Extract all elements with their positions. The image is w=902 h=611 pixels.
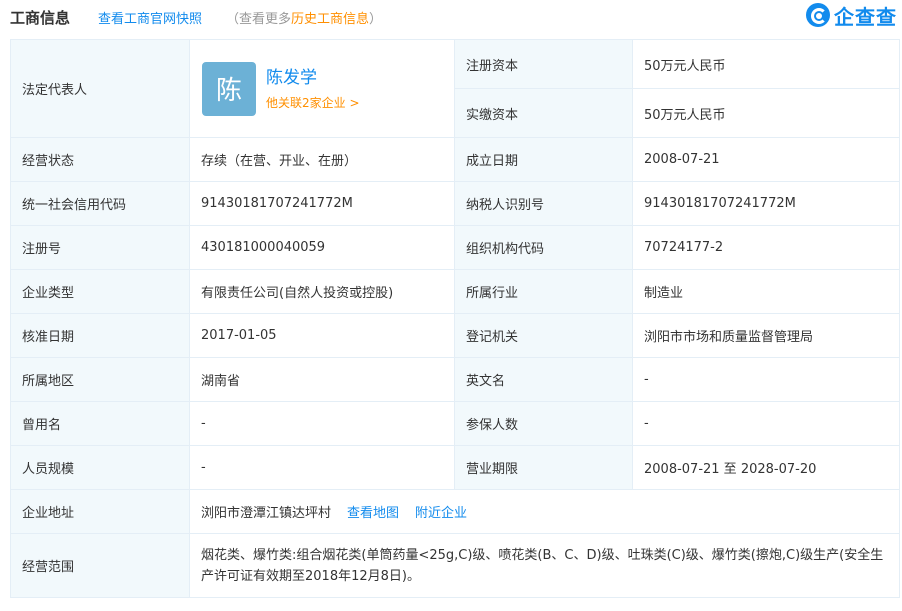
logo-text: 企查查 — [834, 4, 897, 29]
org-code-label: 组织机构代码 — [454, 225, 633, 270]
legal-rep-name-link[interactable]: 陈发学 — [266, 67, 360, 89]
history-business-info-link[interactable]: 历史工商信息 — [291, 12, 369, 27]
industry-label: 所属行业 — [454, 269, 633, 314]
address-label: 企业地址 — [10, 489, 190, 534]
approval-date-value: 2017-01-05 — [189, 313, 455, 358]
staff-size-label: 人员规模 — [10, 445, 190, 490]
address-cell: 浏阳市澄潭江镇达坪村 查看地图 附近企业 — [189, 489, 900, 534]
reg-number-label: 注册号 — [10, 225, 190, 270]
section-header: 工商信息 查看工商官网快照 （查看更多历史工商信息） — [10, 0, 902, 34]
registered-capital-value: 50万元人民币 — [632, 39, 900, 89]
insured-value: - — [632, 401, 900, 446]
business-info-table: 法定代表人 陈 陈发学 他关联2家企业 > 注册资本 50万元人民币 实缴资本 … — [10, 39, 900, 598]
taxpayer-id-label: 纳税人识别号 — [454, 181, 633, 226]
business-term-value: 2008-07-21 至 2028-07-20 — [632, 445, 900, 490]
reg-number-value: 430181000040059 — [189, 225, 455, 270]
english-name-value: - — [632, 357, 900, 402]
paid-capital-label: 实缴资本 — [454, 88, 633, 138]
qichacha-logo[interactable]: 企查查 — [806, 2, 897, 29]
staff-size-value: - — [189, 445, 455, 490]
established-label: 成立日期 — [454, 137, 633, 182]
scope-label: 经营范围 — [10, 533, 190, 598]
authority-value: 浏阳市市场和质量监督管理局 — [632, 313, 900, 358]
related-companies-link[interactable]: 他关联2家企业 > — [266, 94, 360, 111]
address-value: 浏阳市澄潭江镇达坪村 — [201, 506, 332, 521]
avatar: 陈 — [202, 61, 256, 116]
scope-value: 烟花类、爆竹类:组合烟花类(单筒药量<25g,C)级、喷花类(B、C、D)级、吐… — [201, 547, 884, 584]
insured-label: 参保人数 — [454, 401, 633, 446]
scope-cell: 烟花类、爆竹类:组合烟花类(单筒药量<25g,C)级、喷花类(B、C、D)级、吐… — [189, 533, 900, 598]
legal-rep-cell: 陈 陈发学 他关联2家企业 > — [189, 39, 455, 138]
approval-date-label: 核准日期 — [10, 313, 190, 358]
qichacha-logo-icon — [806, 3, 830, 27]
nearby-companies-link[interactable]: 附近企业 — [415, 506, 467, 521]
credit-code-label: 统一社会信用代码 — [10, 181, 190, 226]
view-map-link[interactable]: 查看地图 — [347, 506, 399, 521]
history-hint: （查看更多历史工商信息） — [226, 8, 382, 27]
official-snapshot-link[interactable]: 查看工商官网快照 — [98, 8, 202, 27]
industry-value: 制造业 — [632, 269, 900, 314]
legal-rep-label: 法定代表人 — [10, 39, 190, 138]
credit-code-value: 91430181707241772M — [189, 181, 455, 226]
org-code-value: 70724177-2 — [632, 225, 900, 270]
region-label: 所属地区 — [10, 357, 190, 402]
paid-capital-value: 50万元人民币 — [632, 88, 900, 138]
status-label: 经营状态 — [10, 137, 190, 182]
company-type-value: 有限责任公司(自然人投资或控股) — [189, 269, 455, 314]
company-type-label: 企业类型 — [10, 269, 190, 314]
former-name-label: 曾用名 — [10, 401, 190, 446]
established-value: 2008-07-21 — [632, 137, 900, 182]
business-term-label: 营业期限 — [454, 445, 633, 490]
former-name-value: - — [189, 401, 455, 446]
status-value: 存续（在营、开业、在册） — [189, 137, 455, 182]
region-value: 湖南省 — [189, 357, 455, 402]
registered-capital-label: 注册资本 — [454, 39, 633, 89]
authority-label: 登记机关 — [454, 313, 633, 358]
english-name-label: 英文名 — [454, 357, 633, 402]
history-prefix: （查看更多 — [226, 12, 292, 27]
history-suffix: ） — [369, 12, 383, 27]
section-title: 工商信息 — [10, 9, 71, 27]
taxpayer-id-value: 91430181707241772M — [632, 181, 900, 226]
